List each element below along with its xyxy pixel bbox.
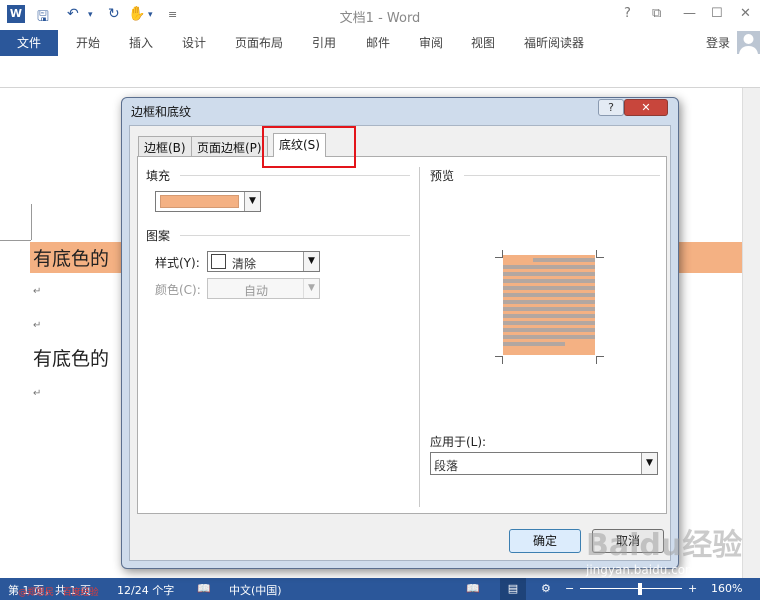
- chevron-down-icon[interactable]: ▼: [244, 192, 260, 211]
- tab-borders[interactable]: 边框(B): [138, 136, 192, 156]
- ribbon-tabs: 文件 开始 插入 设计 页面布局 引用 邮件 审阅 视图 福昕阅读器 登录: [0, 30, 760, 56]
- plain-text-line[interactable]: 有底色的: [33, 344, 109, 371]
- web-layout-icon[interactable]: ⚙: [541, 582, 551, 595]
- tab-page-border[interactable]: 页面边框(P): [191, 136, 268, 156]
- tab-view[interactable]: 视图: [471, 34, 495, 51]
- shaded-text-line[interactable]: 有底色的: [33, 244, 109, 271]
- preview-line: [503, 272, 595, 276]
- margin-corner-mark: [31, 204, 32, 240]
- zoom-slider-thumb[interactable]: [638, 583, 642, 595]
- divider: [464, 175, 660, 176]
- chevron-down-icon[interactable]: ▼: [303, 279, 319, 298]
- dialog-help-button[interactable]: ?: [598, 99, 624, 116]
- color-label: 颜色(C):: [155, 283, 201, 297]
- borders-shading-dialog: 边框和底纹 ? ✕ 边框(B) 页面边框(P) 底纹(S) 填充 ▼ 图案 样式…: [121, 97, 679, 569]
- preview-line: [503, 335, 595, 339]
- login-link[interactable]: 登录: [706, 34, 730, 51]
- chevron-down-icon[interactable]: ▼: [303, 252, 319, 271]
- divider: [180, 175, 410, 176]
- preview-label: 预览: [430, 169, 455, 183]
- pattern-label: 图案: [146, 229, 171, 243]
- chevron-down-icon[interactable]: ▼: [641, 453, 657, 474]
- dialog-title: 边框和底纹: [131, 105, 192, 119]
- avatar[interactable]: [737, 31, 760, 54]
- tab-foxit-reader[interactable]: 福昕阅读器: [524, 34, 584, 51]
- proofing-icon[interactable]: 📖: [197, 582, 211, 595]
- pattern-color-dropdown[interactable]: 自动 ▼: [207, 278, 320, 299]
- tab-references[interactable]: 引用: [312, 34, 336, 51]
- window-title: 文档1 - Word: [339, 11, 421, 26]
- preview-line: [503, 293, 595, 297]
- zoom-in-icon[interactable]: +: [688, 582, 697, 595]
- preview-line: [503, 314, 595, 318]
- read-mode-icon[interactable]: 📖: [466, 582, 480, 595]
- apply-to-dropdown[interactable]: 段落 ▼: [430, 452, 658, 475]
- zoom-slider-track[interactable]: [580, 588, 682, 589]
- preview-line: [503, 265, 595, 269]
- style-label: 样式(Y):: [155, 256, 200, 270]
- dialog-client: 边框(B) 页面边框(P) 底纹(S) 填充 ▼ 图案 样式(Y): 清除 ▼ …: [129, 125, 671, 561]
- preview-line: [533, 258, 595, 262]
- author-watermark: @郑恩民 · 百度经验: [18, 588, 99, 598]
- fill-color-dropdown[interactable]: ▼: [155, 191, 261, 212]
- divider: [180, 235, 410, 236]
- ribbon-display-icon[interactable]: ⧉: [652, 6, 661, 21]
- tab-layout[interactable]: 页面布局: [235, 34, 283, 51]
- preview-crop-mark: [596, 250, 604, 258]
- color-value: 自动: [244, 284, 269, 298]
- print-layout-icon[interactable]: ▤: [500, 578, 526, 600]
- close-window-icon[interactable]: ✕: [740, 6, 751, 21]
- shading-panel: 填充 ▼ 图案 样式(Y): 清除 ▼ 颜色(C): 自动 ▼ 预览 应用于(L…: [137, 156, 667, 514]
- fill-label: 填充: [146, 169, 171, 183]
- paragraph-mark: ↵: [33, 320, 42, 331]
- maximize-icon[interactable]: ☐: [711, 6, 723, 21]
- tab-insert[interactable]: 插入: [129, 34, 153, 51]
- style-value: 清除: [232, 257, 257, 271]
- preview-crop-mark: [596, 356, 604, 364]
- preview-line: [503, 321, 595, 325]
- shading-preview: [503, 255, 595, 355]
- tab-file[interactable]: 文件: [0, 30, 58, 56]
- pattern-style-dropdown[interactable]: 清除 ▼: [207, 251, 320, 272]
- language-indicator[interactable]: 中文(中国): [229, 582, 282, 598]
- preview-line: [503, 307, 595, 311]
- dialog-close-button[interactable]: ✕: [624, 99, 668, 116]
- minimize-icon[interactable]: —: [683, 6, 696, 21]
- title-bar: W 🖫 ↶ ▾ ↻ ✋ ▾ ≡ 文档1 - Word ? ⧉ — ☐ ✕: [0, 0, 760, 30]
- zoom-out-icon[interactable]: −: [565, 582, 574, 595]
- tab-review[interactable]: 审阅: [419, 34, 443, 51]
- word-count[interactable]: 12/24 个字: [117, 582, 174, 598]
- tab-home[interactable]: 开始: [76, 34, 100, 51]
- ok-button[interactable]: 确定: [509, 529, 581, 553]
- preview-line: [503, 286, 595, 290]
- tab-highlight-annotation: [262, 126, 356, 168]
- fill-color-swatch: [160, 195, 239, 208]
- preview-crop-mark: [495, 250, 503, 258]
- preview-line: [503, 279, 595, 283]
- tab-mailings[interactable]: 邮件: [366, 34, 390, 51]
- preview-line: [503, 300, 595, 304]
- paragraph-mark: ↵: [33, 286, 42, 297]
- vertical-divider: [419, 167, 420, 507]
- preview-line: [503, 342, 565, 346]
- ribbon-body: [0, 56, 760, 88]
- preview-crop-mark: [495, 356, 503, 364]
- tab-design[interactable]: 设计: [182, 34, 206, 51]
- style-swatch: [211, 254, 226, 269]
- preview-line: [503, 328, 595, 332]
- zoom-level[interactable]: 160%: [711, 582, 742, 595]
- baidu-watermark-logo: Baidu经验: [586, 528, 743, 563]
- status-bar: 第 1 页，共 1 页 12/24 个字 📖 中文(中国) 📖 ▤ ⚙ − + …: [0, 578, 760, 600]
- help-icon[interactable]: ?: [624, 6, 631, 21]
- margin-corner-mark: [0, 240, 31, 241]
- vertical-scrollbar[interactable]: [742, 88, 760, 578]
- apply-to-value: 段落: [434, 459, 459, 473]
- baidu-watermark-url: jingyan.baidu.com: [586, 563, 697, 577]
- apply-to-label: 应用于(L):: [430, 435, 487, 449]
- paragraph-mark: ↵: [33, 388, 42, 399]
